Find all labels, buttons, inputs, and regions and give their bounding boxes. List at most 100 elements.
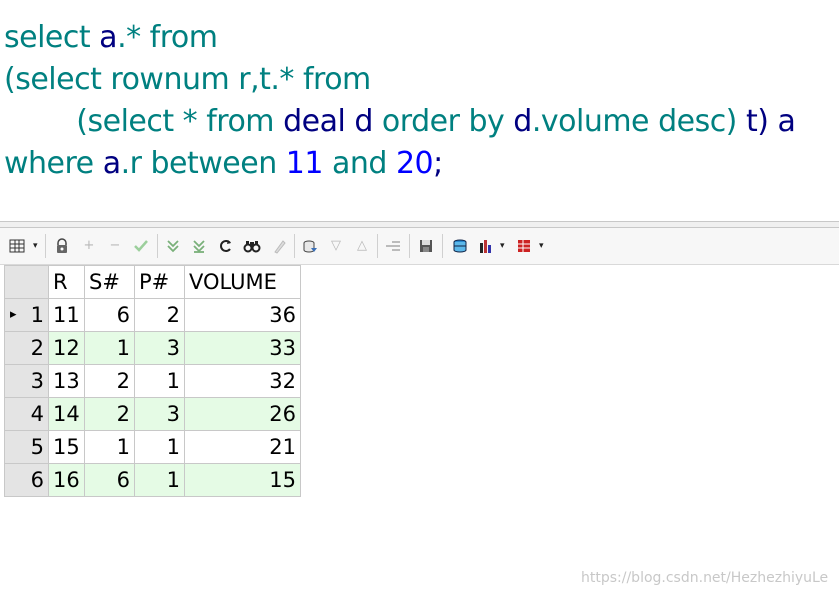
table-icon[interactable] (515, 237, 533, 255)
cell-p[interactable]: 3 (134, 397, 185, 431)
last-icon[interactable] (190, 237, 208, 255)
grid-header-row: R S# P# VOLUME (4, 265, 301, 299)
sql-token: rownum (110, 62, 239, 97)
sql-token: deal (283, 104, 355, 139)
table-row[interactable]: 2 12 1 3 33 (4, 331, 301, 365)
sql-token: a (99, 20, 118, 55)
lock-icon[interactable] (53, 237, 71, 255)
cell-volume[interactable]: 21 (184, 430, 301, 464)
pane-splitter[interactable] (0, 221, 839, 228)
chevron-down-icon[interactable]: ▾ (33, 237, 38, 255)
cell-volume[interactable]: 33 (184, 331, 301, 365)
toolbar-separator (409, 234, 410, 258)
row-header[interactable]: 4 (4, 397, 49, 431)
toolbar-separator (157, 234, 158, 258)
add-record-icon[interactable]: + (80, 237, 98, 255)
sql-token: .* (117, 20, 150, 55)
table-row[interactable]: 4 14 2 3 26 (4, 397, 301, 431)
cell-p[interactable]: 1 (134, 364, 185, 398)
table-row[interactable]: ▸ 1 11 6 2 36 (4, 298, 301, 332)
cell-volume[interactable]: 36 (184, 298, 301, 332)
cell-p[interactable]: 1 (134, 430, 185, 464)
sql-token: from (302, 62, 371, 97)
cell-p[interactable]: 2 (134, 298, 185, 332)
chart-icon[interactable] (477, 237, 495, 255)
sql-token: a (102, 146, 121, 181)
grid-corner[interactable] (4, 265, 49, 299)
sql-line-4: where a.r between 11 and 20; (4, 146, 443, 182)
query-by-example-icon[interactable]: ▽ (327, 237, 345, 255)
delete-record-icon[interactable]: − (106, 237, 124, 255)
row-number: 5 (30, 435, 44, 459)
sql-token: d (513, 104, 532, 139)
cell-s[interactable]: 6 (84, 463, 135, 497)
sql-token: (select * from (4, 104, 284, 139)
sql-token: (select (4, 62, 111, 97)
watermark: https://blog.csdn.net/HezhezhiyuLe (581, 570, 829, 586)
cell-r[interactable]: 15 (48, 430, 85, 464)
cell-p[interactable]: 1 (134, 463, 185, 497)
cell-s[interactable]: 1 (84, 430, 135, 464)
cell-s[interactable]: 2 (84, 364, 135, 398)
row-header[interactable]: 5 (4, 430, 49, 464)
toolbar-separator (294, 234, 295, 258)
sql-token: from (149, 20, 218, 55)
chevron-down-icon[interactable]: ▾ (500, 237, 505, 255)
column-header-volume[interactable]: VOLUME (184, 265, 301, 299)
sql-token: .volume (531, 104, 659, 139)
row-number: 2 (30, 336, 44, 360)
table-row[interactable]: 6 16 6 1 15 (4, 463, 301, 497)
cell-volume[interactable]: 26 (184, 397, 301, 431)
row-header[interactable]: 6 (4, 463, 49, 497)
column-header-r[interactable]: R (48, 265, 85, 299)
cell-r[interactable]: 14 (48, 397, 85, 431)
sql-editor[interactable]: select a.* from (select rownum r,t.* fro… (0, 0, 839, 220)
cell-s[interactable]: 6 (84, 298, 135, 332)
current-row-indicator-icon: ▸ (10, 307, 17, 322)
sql-token: .r (120, 146, 151, 181)
previous-icon[interactable]: △ (353, 237, 371, 255)
link-icon[interactable] (451, 237, 469, 255)
row-number: 3 (30, 369, 44, 393)
sql-token: where (4, 146, 103, 181)
sql-token: between (150, 146, 286, 181)
row-header[interactable]: 3 (4, 364, 49, 398)
sql-token: a (777, 104, 796, 139)
table-row[interactable]: 3 13 2 1 32 (4, 364, 301, 398)
export-icon[interactable] (301, 237, 319, 255)
find-icon[interactable] (243, 237, 261, 255)
cell-r[interactable]: 11 (48, 298, 85, 332)
cell-volume[interactable]: 15 (184, 463, 301, 497)
sql-token: r,t (238, 62, 271, 97)
single-record-icon[interactable] (384, 237, 402, 255)
row-number: 6 (30, 468, 44, 492)
save-icon[interactable] (417, 237, 435, 255)
grid-icon[interactable] (8, 237, 26, 255)
refresh-icon[interactable] (217, 237, 235, 255)
cell-volume[interactable]: 32 (184, 364, 301, 398)
cell-r[interactable]: 13 (48, 364, 85, 398)
cell-s[interactable]: 1 (84, 331, 135, 365)
chevron-down-icon[interactable]: ▾ (539, 237, 544, 255)
row-header[interactable]: ▸ 1 (4, 298, 49, 332)
result-grid[interactable]: R S# P# VOLUME ▸ 1 11 6 2 36 2 12 1 3 33 … (4, 265, 301, 497)
column-header-s[interactable]: S# (84, 265, 135, 299)
sql-token: 20 (395, 146, 434, 181)
first-icon[interactable] (164, 237, 182, 255)
cell-r[interactable]: 16 (48, 463, 85, 497)
sql-token: 11 (285, 146, 332, 181)
sql-token: ; (433, 146, 443, 181)
clear-icon[interactable] (270, 237, 288, 255)
result-toolbar: ▾ + − ▽ △ ▾ ▾ (0, 228, 839, 265)
post-icon[interactable] (132, 237, 150, 255)
cell-p[interactable]: 3 (134, 331, 185, 365)
cell-s[interactable]: 2 (84, 397, 135, 431)
table-row[interactable]: 5 15 1 1 21 (4, 430, 301, 464)
toolbar-separator (45, 234, 46, 258)
cell-r[interactable]: 12 (48, 331, 85, 365)
sql-token: and (331, 146, 396, 181)
sql-token: d (354, 104, 382, 139)
column-header-p[interactable]: P# (134, 265, 185, 299)
row-header[interactable]: 2 (4, 331, 49, 365)
toolbar-separator (442, 234, 443, 258)
